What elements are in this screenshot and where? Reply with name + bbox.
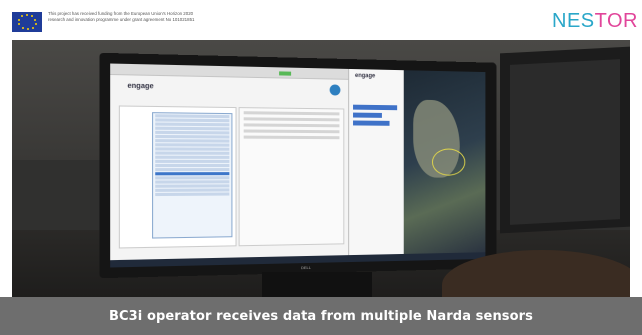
globe-icon bbox=[330, 84, 341, 95]
funding-statement: This project has received funding from t… bbox=[48, 11, 198, 22]
sensor-list-panel bbox=[119, 105, 237, 248]
app-window-left: engage bbox=[110, 64, 349, 261]
monitor-brand: DELL bbox=[295, 265, 317, 271]
sensor-listbox bbox=[152, 112, 232, 238]
eu-flag-icon bbox=[12, 12, 42, 32]
logo-part-2: TOR bbox=[595, 10, 638, 33]
main-monitor: engage engage DELL bbox=[99, 53, 496, 278]
operator-photo: engage engage DELL bbox=[12, 40, 630, 298]
sensor-coverage-zone bbox=[432, 149, 465, 176]
details-panel bbox=[239, 107, 345, 246]
monitor-screen: engage engage bbox=[110, 64, 485, 261]
secondary-monitor bbox=[500, 47, 630, 234]
nestor-logo: NES TOR bbox=[552, 9, 638, 33]
logo-part-1: NES bbox=[552, 10, 595, 33]
video-caption: BC3i operator receives data from multipl… bbox=[0, 297, 642, 335]
map-view bbox=[404, 70, 486, 254]
app-brand-left: engage bbox=[127, 83, 153, 91]
app-brand-right: engage bbox=[355, 73, 375, 79]
status-indicator bbox=[279, 71, 291, 75]
header-bar: This project has received funding from t… bbox=[0, 0, 642, 40]
app-window-right: engage bbox=[349, 69, 403, 255]
monitor-stand bbox=[262, 272, 372, 298]
